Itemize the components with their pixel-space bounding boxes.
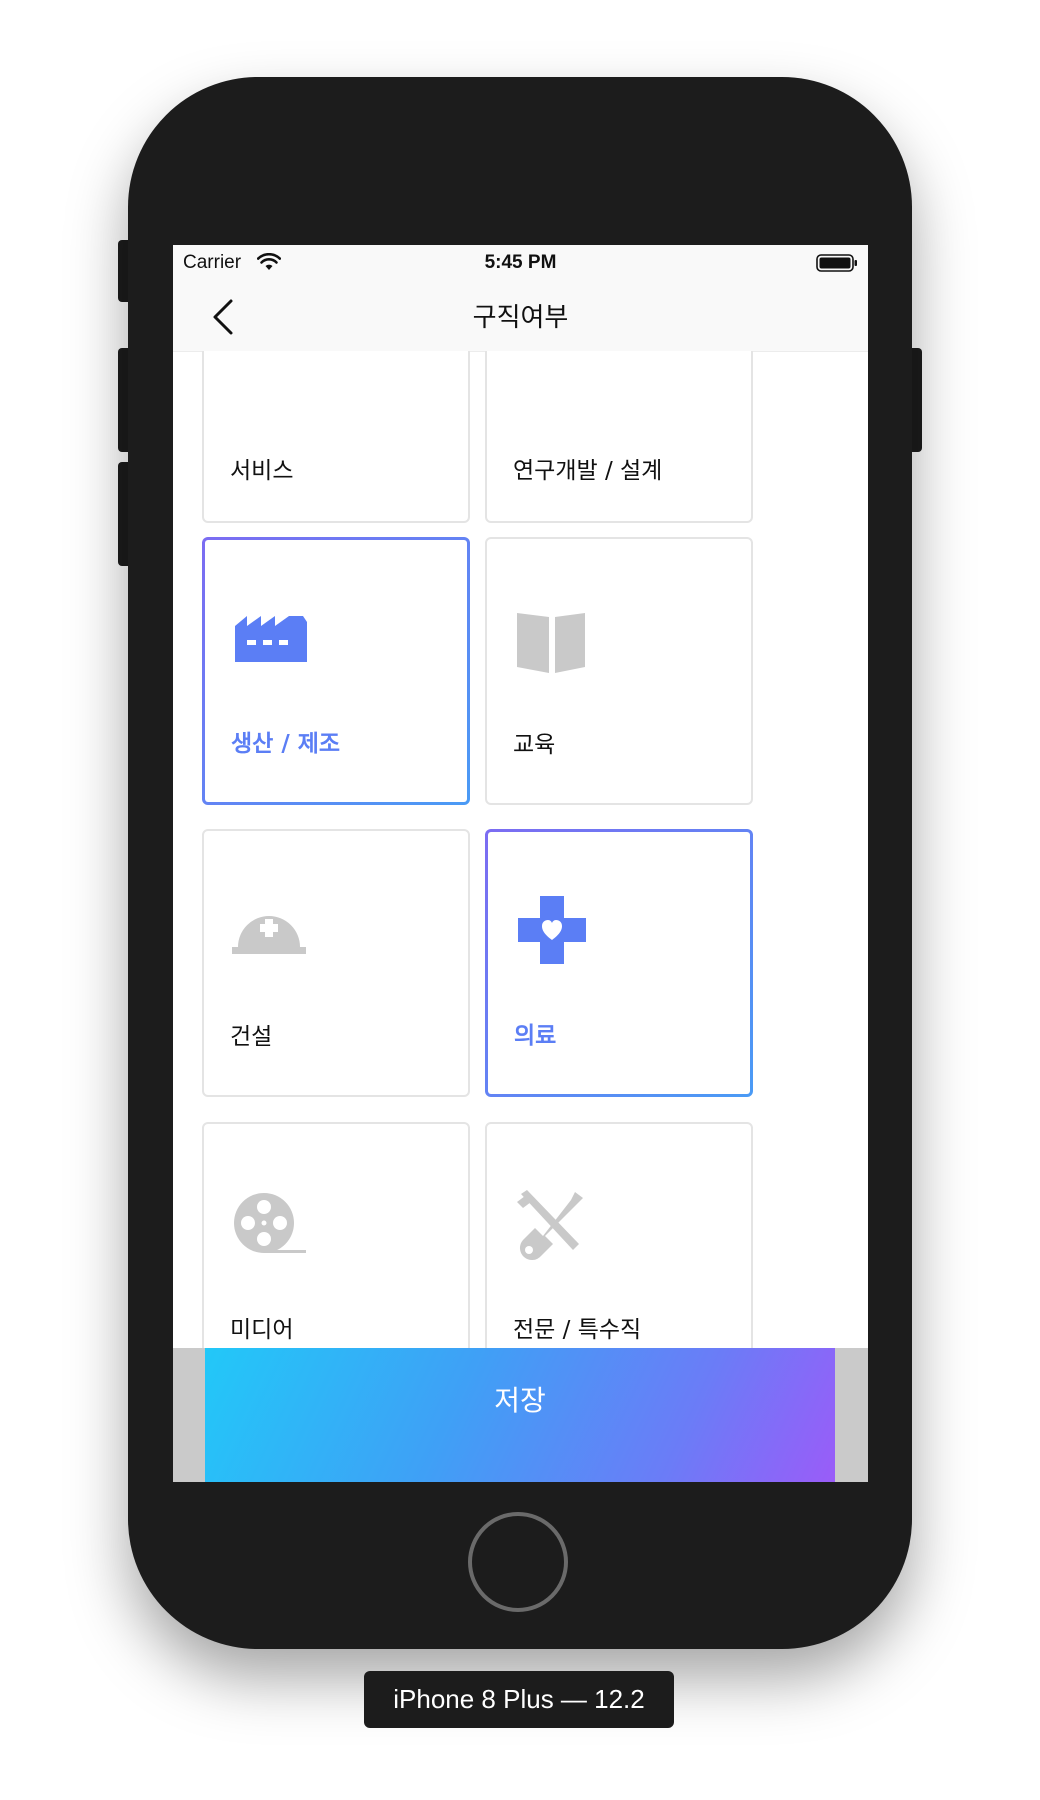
category-label: 미디어 xyxy=(230,1317,294,1343)
category-card-construction[interactable]: 건설 xyxy=(202,829,470,1097)
hard-hat-icon xyxy=(232,916,306,954)
save-bar: 저장 xyxy=(173,1348,868,1482)
factory-icon xyxy=(235,616,307,662)
category-card-service[interactable]: 서비스 xyxy=(202,351,470,523)
status-bar: Carrier 5:45 PM xyxy=(173,245,868,281)
category-card-research[interactable]: 연구개발 / 설계 xyxy=(485,351,753,523)
category-label: 생산 / 제조 xyxy=(231,731,341,757)
navigation-bar: 구직여부 xyxy=(173,281,868,352)
category-card-manufacturing[interactable]: 생산 / 제조 xyxy=(202,537,470,805)
home-button[interactable] xyxy=(468,1512,568,1612)
book-icon xyxy=(517,613,585,673)
category-label: 연구개발 / 설계 xyxy=(513,458,663,484)
battery-full-icon xyxy=(816,254,857,272)
category-label: 교육 xyxy=(513,732,556,758)
page-title: 구직여부 xyxy=(472,303,569,333)
device-label: iPhone 8 Plus — 12.2 xyxy=(364,1671,674,1728)
save-button-label: 저장 xyxy=(494,1384,546,1417)
category-grid: 서비스 연구개발 / 설계 생산 / 제조 교육 건설 의료 미디어 전문 / … xyxy=(173,351,868,1427)
tools-icon xyxy=(517,1190,583,1261)
phone-screen: Carrier 5:45 PM 구직여부 서비스 연구개발 / 설계 생산 / … xyxy=(173,245,868,1482)
save-button[interactable]: 저장 xyxy=(205,1348,835,1482)
category-label: 의료 xyxy=(514,1023,557,1049)
category-label: 전문 / 특수직 xyxy=(513,1317,642,1343)
category-label: 건설 xyxy=(230,1024,273,1050)
category-card-education[interactable]: 교육 xyxy=(485,537,753,805)
film-reel-icon xyxy=(234,1193,306,1253)
medical-cross-icon xyxy=(518,896,586,964)
status-time: 5:45 PM xyxy=(484,252,557,273)
simulator-stage: Carrier 5:45 PM 구직여부 서비스 연구개발 / 설계 생산 / … xyxy=(0,0,1040,1800)
category-card-medical[interactable]: 의료 xyxy=(485,829,753,1097)
category-label: 서비스 xyxy=(230,458,294,484)
